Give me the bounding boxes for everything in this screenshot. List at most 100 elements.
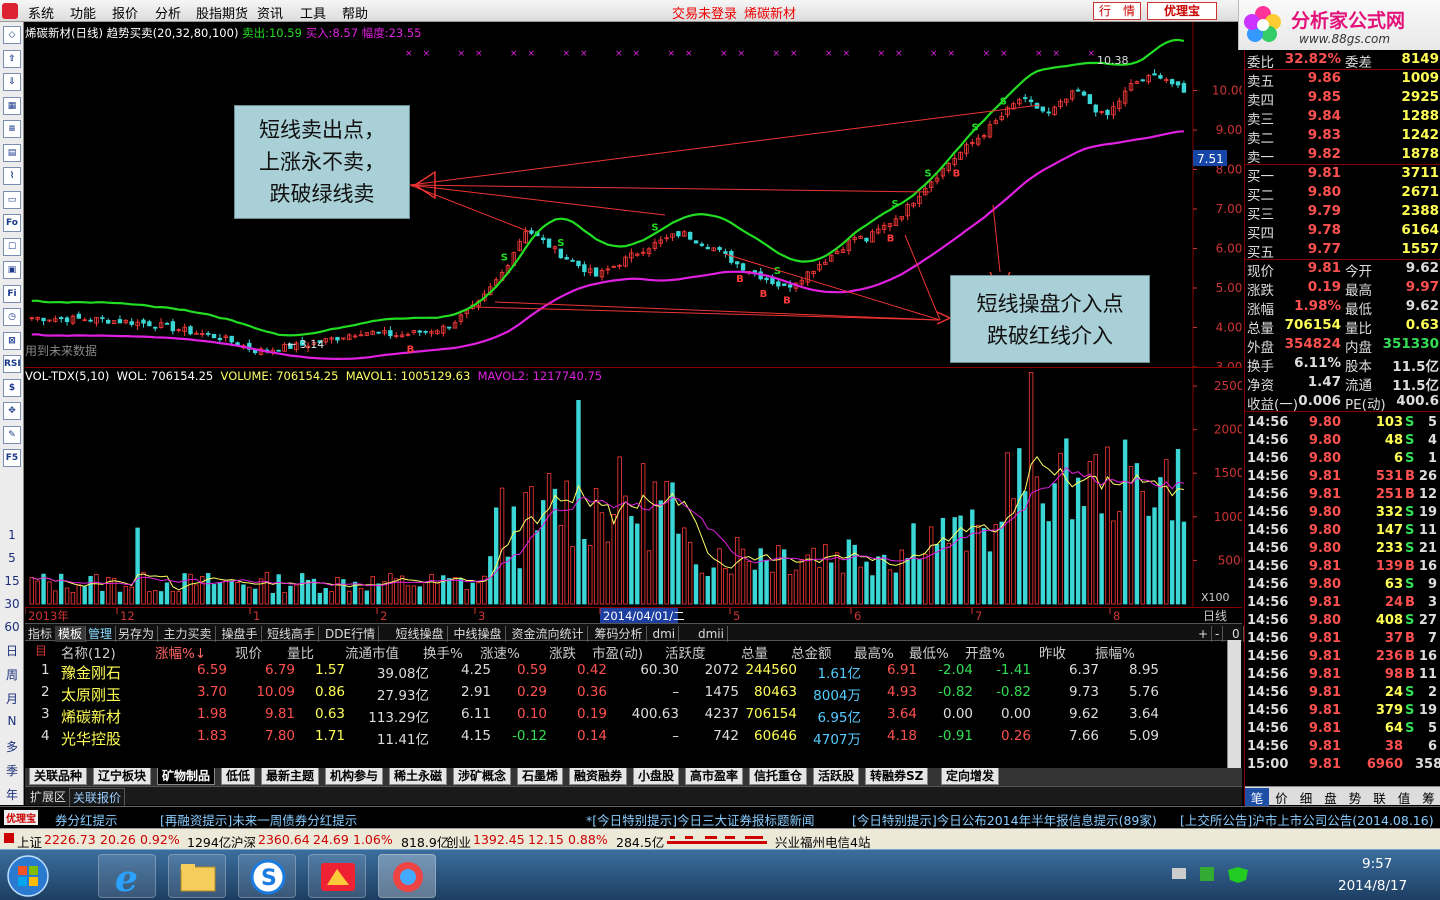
volume-chart-pane[interactable]: VOL-TDX(5,10) WOL: 706154.25 VOLUME: 706… xyxy=(25,367,1242,608)
period-button-5[interactable]: 季 xyxy=(0,762,24,779)
sector-tab-15[interactable]: 定向增发 xyxy=(941,768,1000,785)
toolbar-tool-icon-0[interactable]: ◇ xyxy=(3,26,21,44)
sector-tab-2[interactable]: 矿物制品 xyxy=(157,768,216,785)
table-header-9[interactable]: 活跃度 xyxy=(665,642,706,662)
toolbar-tool-icon-8[interactable]: Fo xyxy=(3,214,21,232)
sector-tab-11[interactable]: 高市盈率 xyxy=(685,768,744,785)
toolbar-tool-icon-6[interactable]: ⌇ xyxy=(3,167,21,185)
right-tab-4[interactable]: 势 xyxy=(1343,788,1367,807)
period-button-1[interactable]: 周 xyxy=(0,666,24,683)
ext-tab-extend[interactable]: 扩展区 xyxy=(27,788,69,805)
menu-item-help[interactable]: 帮助 xyxy=(342,3,368,22)
tray-icons[interactable] xyxy=(1170,864,1250,884)
toolbar-tool-icon-4[interactable]: ≡ xyxy=(3,120,21,138)
sector-tab-14[interactable]: 转融券SZ xyxy=(865,768,929,785)
news-item-0[interactable]: 券分红提示 xyxy=(55,810,118,829)
menu-item-tools[interactable]: 工具 xyxy=(300,3,326,22)
taskbar-ie-icon[interactable]: e xyxy=(98,854,156,900)
table-header-14[interactable]: 开盘% xyxy=(965,642,1005,662)
taskbar-folder-icon[interactable] xyxy=(168,854,226,898)
table-header-3[interactable]: 量比 xyxy=(287,642,314,662)
period-button-4[interactable]: 多 xyxy=(0,738,24,755)
sector-tab-7[interactable]: 涉矿概念 xyxy=(453,768,512,785)
sector-tab-5[interactable]: 机构参与 xyxy=(325,768,384,785)
table-header-16[interactable]: 振幅% xyxy=(1095,642,1135,662)
right-tab-5[interactable]: 联 xyxy=(1368,788,1392,807)
table-cell-name[interactable]: 烯碳新材 xyxy=(61,706,121,727)
table-header-0[interactable]: 名称(12) xyxy=(61,642,116,662)
period-button-6[interactable]: 年 xyxy=(0,786,24,803)
quote-button[interactable]: 行 情 xyxy=(1093,2,1141,20)
taskbar-trading-app-icon[interactable] xyxy=(308,854,366,898)
toolbar-tool-icon-2[interactable]: ⇩ xyxy=(3,73,21,91)
table-header-1[interactable]: 涨幅%↓ xyxy=(155,642,206,662)
table-menu-icon[interactable]: 目 xyxy=(35,642,47,659)
table-cell-name[interactable]: 光华控股 xyxy=(61,728,121,749)
table-header-11[interactable]: 总金额 xyxy=(791,642,832,662)
sector-tab-4[interactable]: 最新主题 xyxy=(261,768,320,785)
right-tab-0[interactable]: 笔 xyxy=(1245,788,1269,807)
right-tab-3[interactable]: 盘 xyxy=(1319,788,1343,807)
menu-item-system[interactable]: 系统 xyxy=(28,3,54,22)
sector-tab-3[interactable]: 低低 xyxy=(221,768,256,785)
toolbar-tool-icon-14[interactable]: RSI xyxy=(3,355,21,373)
sector-tab-13[interactable]: 活跃股 xyxy=(813,768,860,785)
youlibao-button[interactable]: 优理宝 xyxy=(1147,2,1217,20)
cycle-button-5[interactable]: 5 xyxy=(0,551,24,565)
toolbar-tool-icon-3[interactable]: ▦ xyxy=(3,96,21,115)
taskbar-search-app-icon[interactable]: S xyxy=(238,854,296,898)
period-button-0[interactable]: 日 xyxy=(0,642,24,659)
cycle-button-15[interactable]: 15 xyxy=(0,574,24,588)
sector-tab-9[interactable]: 融资融券 xyxy=(569,768,628,785)
toolbar-tool-icon-11[interactable]: Fi xyxy=(3,284,21,303)
table-cell-name[interactable]: 豫金刚石 xyxy=(61,662,121,683)
cycle-button-60[interactable]: 60 xyxy=(0,620,24,634)
period-button-2[interactable]: 月 xyxy=(0,690,24,707)
table-header-2[interactable]: 现价 xyxy=(235,642,262,662)
cycle-button-30[interactable]: 30 xyxy=(0,597,24,611)
toolbar-tool-icon-7[interactable]: ▭ xyxy=(3,190,21,209)
table-header-10[interactable]: 总量 xyxy=(741,642,768,662)
taskbar-active-app-icon[interactable] xyxy=(378,854,436,898)
right-tab-7[interactable]: 筹 xyxy=(1417,788,1440,807)
toolbar-tool-icon-18[interactable]: F5 xyxy=(3,449,21,467)
sector-tab-8[interactable]: 石墨烯 xyxy=(517,768,564,785)
right-tab-1[interactable]: 价 xyxy=(1270,788,1294,807)
sector-tab-0[interactable]: 关联品种 xyxy=(29,768,88,785)
table-cell-name[interactable]: 太原刚玉 xyxy=(61,684,121,705)
table-header-15[interactable]: 昨收 xyxy=(1039,642,1066,662)
news-item-1[interactable]: [再融资提示]未来一周债券分红提示 xyxy=(160,810,357,829)
menu-item-function[interactable]: 功能 xyxy=(70,3,96,22)
cycle-button-1[interactable]: 1 xyxy=(0,528,24,542)
news-item-2[interactable]: *[今日特别提示]今日三大证券报标题新闻 xyxy=(586,810,815,829)
toolbar-tool-icon-16[interactable]: ✥ xyxy=(3,402,21,420)
table-header-6[interactable]: 涨速% xyxy=(480,642,520,662)
sector-tab-1[interactable]: 辽宁板块 xyxy=(93,768,152,785)
toolbar-tool-icon-10[interactable]: ▣ xyxy=(3,261,21,279)
toolbar-tool-icon-1[interactable]: ⇧ xyxy=(3,49,21,68)
table-header-12[interactable]: 最高% xyxy=(854,642,894,662)
sector-tab-12[interactable]: 信托重仓 xyxy=(749,768,808,785)
news-item-3[interactable]: [今日特别提示]今日公布2014年半年报信息提示(89家) xyxy=(852,810,1157,829)
toolbar-tool-icon-12[interactable]: ◷ xyxy=(3,308,21,326)
toolbar-tool-icon-17[interactable]: ✎ xyxy=(3,425,21,444)
table-header-4[interactable]: 流通市值 xyxy=(345,642,399,662)
sector-tab-6[interactable]: 稀土永磁 xyxy=(389,768,448,785)
toolbar-tool-icon-5[interactable]: ▤ xyxy=(3,143,21,162)
period-button-3[interactable]: N xyxy=(0,714,24,728)
right-tab-2[interactable]: 细 xyxy=(1294,788,1318,807)
sector-tab-10[interactable]: 小盘股 xyxy=(633,768,680,785)
start-button-icon[interactable] xyxy=(6,854,50,898)
table-header-5[interactable]: 换手% xyxy=(423,642,463,662)
table-header-13[interactable]: 最低% xyxy=(909,642,949,662)
toolbar-tool-icon-15[interactable]: $ xyxy=(3,378,21,397)
ext-tab-related[interactable]: 关联报价 xyxy=(69,788,126,807)
table-header-8[interactable]: 市盈(动) xyxy=(592,642,643,662)
toolbar-tool-icon-13[interactable]: ⊠ xyxy=(3,331,21,350)
right-tab-6[interactable]: 值 xyxy=(1392,788,1416,807)
menu-item-info[interactable]: 资讯 xyxy=(257,3,283,22)
table-scrollbar[interactable] xyxy=(1227,640,1241,768)
menu-item-futures[interactable]: 股指期货 xyxy=(196,3,248,22)
table-header-7[interactable]: 涨跌 xyxy=(549,642,576,662)
news-item-4[interactable]: [上交所公告]沪市上市公司公告(2014.08.16) xyxy=(1180,810,1434,829)
